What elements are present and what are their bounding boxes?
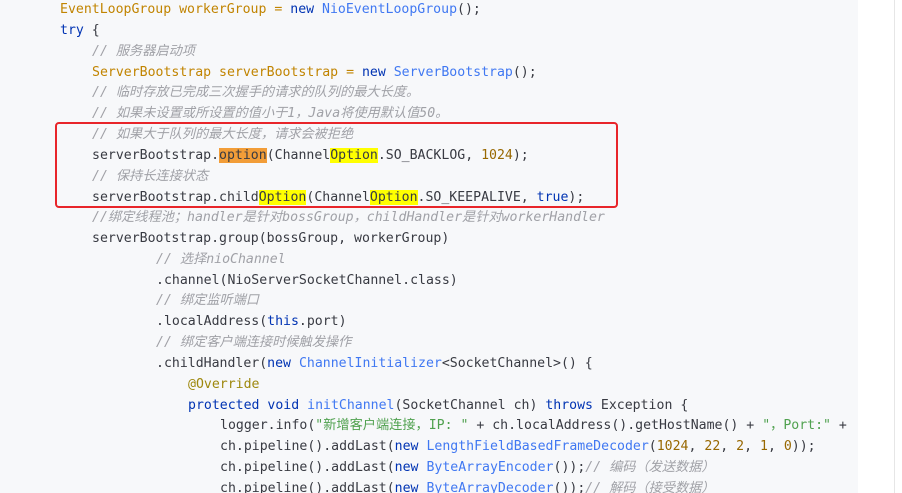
code-line-2: try { — [60, 23, 100, 38]
code-line-11: //绑定线程池；handler是针对bossGroup，childHandler… — [92, 210, 605, 225]
divider — [894, 0, 895, 493]
code-line-6: // 如果未设置或所设置的值小于1，Java将使用默认值50。 — [92, 106, 449, 121]
code-line-17: // 绑定客户端连接时候触发操作 — [156, 335, 352, 350]
code-line-22: ch.pipeline().addLast(new LengthFieldBas… — [220, 439, 816, 454]
code-line-24: ch.pipeline().addLast(new ByteArrayDecod… — [220, 481, 715, 493]
code-line-15: // 绑定监听端口 — [156, 293, 259, 308]
code-line-18: .childHandler(new ChannelInitializer<Soc… — [156, 356, 593, 371]
code-line-4: ServerBootstrap serverBootstrap = new Se… — [92, 65, 537, 80]
highlight-annotation-box — [55, 122, 618, 208]
code-line-1: EventLoopGroup workerGroup = new NioEven… — [60, 2, 481, 17]
code-editor[interactable]: EventLoopGroup workerGroup = new NioEven… — [0, 0, 858, 493]
code-line-3: // 服务器启动项 — [92, 44, 195, 59]
code-line-5: // 临时存放已完成三次握手的请求的队列的最大长度。 — [92, 85, 420, 100]
right-margin — [858, 0, 902, 493]
code-line-23: ch.pipeline().addLast(new ByteArrayEncod… — [220, 460, 715, 475]
code-line-19: @Override — [188, 377, 260, 392]
code-line-13: // 选择nioChannel — [156, 252, 286, 267]
code-line-20: protected void initChannel(SocketChannel… — [188, 398, 689, 413]
code-line-14: .channel(NioServerSocketChannel.class) — [156, 273, 458, 288]
code-line-21: logger.info("新增客户端连接，IP: " + ch.localAdd… — [220, 418, 847, 433]
code-line-16: .localAddress(this.port) — [156, 314, 347, 329]
code-line-12: serverBootstrap.group(bossGroup, workerG… — [92, 231, 450, 246]
